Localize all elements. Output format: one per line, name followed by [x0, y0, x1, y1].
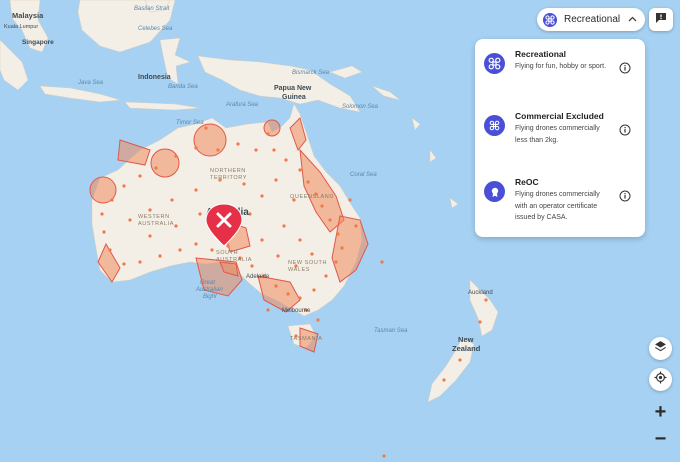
label-malaysia: Malaysia — [12, 11, 44, 20]
label-java-sea: Java Sea — [77, 80, 104, 86]
label-arafura-sea: Arafura Sea — [225, 102, 259, 108]
drone-small-icon — [484, 115, 505, 136]
flight-mode-panel: Recreational Flying for fun, hobby or sp… — [475, 39, 645, 237]
label-melbourne: Melbourne — [282, 308, 311, 314]
feedback-button[interactable] — [649, 8, 673, 31]
info-icon[interactable] — [619, 189, 631, 202]
label-adelaide: Adelaide — [246, 274, 270, 280]
info-icon[interactable] — [619, 61, 631, 74]
label-western-australia: WESTERN AUSTRALIA — [138, 214, 174, 227]
mode-option-description: Flying drones commercially with an opera… — [515, 191, 600, 221]
flight-mode-dropdown[interactable]: Recreational — [537, 8, 645, 31]
label-solomon-sea: Solomon Sea — [342, 104, 379, 110]
label-northern-territory: NORTHERN TERRITORY — [210, 168, 247, 181]
layers-icon — [654, 340, 667, 358]
label-bismarck-sea: Bismarck Sea — [292, 70, 330, 76]
locate-icon — [654, 371, 667, 389]
mode-option-title: ReOC — [515, 177, 539, 187]
label-coral-sea: Coral Sea — [350, 172, 377, 178]
label-queensland: QUEENSLAND — [290, 194, 334, 200]
flight-mode-selected-label: Recreational — [564, 14, 621, 25]
mode-option-title: Recreational — [515, 49, 567, 59]
label-tasmania: TASMANIA — [290, 336, 323, 342]
label-banda-sea: Banda Sea — [168, 84, 198, 90]
label-auckland: Auckland — [468, 290, 493, 296]
mode-option-title: Commercial Excluded — [515, 111, 604, 121]
label-singapore: Singapore — [22, 39, 54, 46]
mode-option-commercial-excluded[interactable]: Commercial Excluded Flying drones commer… — [475, 101, 645, 167]
drone-icon — [543, 12, 557, 27]
drone-icon — [484, 53, 505, 74]
label-kuala-lumpur: Kuala Lumpur — [4, 24, 38, 30]
label-celebes-sea: Celebes Sea — [138, 26, 173, 32]
layers-button[interactable] — [649, 337, 672, 360]
feedback-icon — [655, 11, 667, 29]
my-location-button[interactable] — [649, 368, 672, 391]
mode-option-description: Flying drones commercially less than 2kg… — [515, 125, 600, 144]
zoom-in-button[interactable]: + — [649, 401, 672, 424]
zoom-out-button[interactable]: − — [649, 428, 672, 451]
label-tasman-sea: Tasman Sea — [374, 328, 408, 334]
label-basilan: Basilan Strait — [134, 6, 170, 12]
label-indonesia: Indonesia — [138, 74, 171, 81]
mode-option-reoc[interactable]: ReOC Flying drones commercially with an … — [475, 167, 645, 237]
info-icon[interactable] — [619, 123, 631, 136]
mode-option-recreational[interactable]: Recreational Flying for fun, hobby or sp… — [475, 39, 645, 101]
label-timor-sea: Timor Sea — [176, 120, 204, 126]
chevron-up-icon — [628, 14, 637, 25]
mode-option-description: Flying for fun, hobby or sport. — [515, 63, 607, 70]
certificate-icon — [484, 181, 505, 202]
